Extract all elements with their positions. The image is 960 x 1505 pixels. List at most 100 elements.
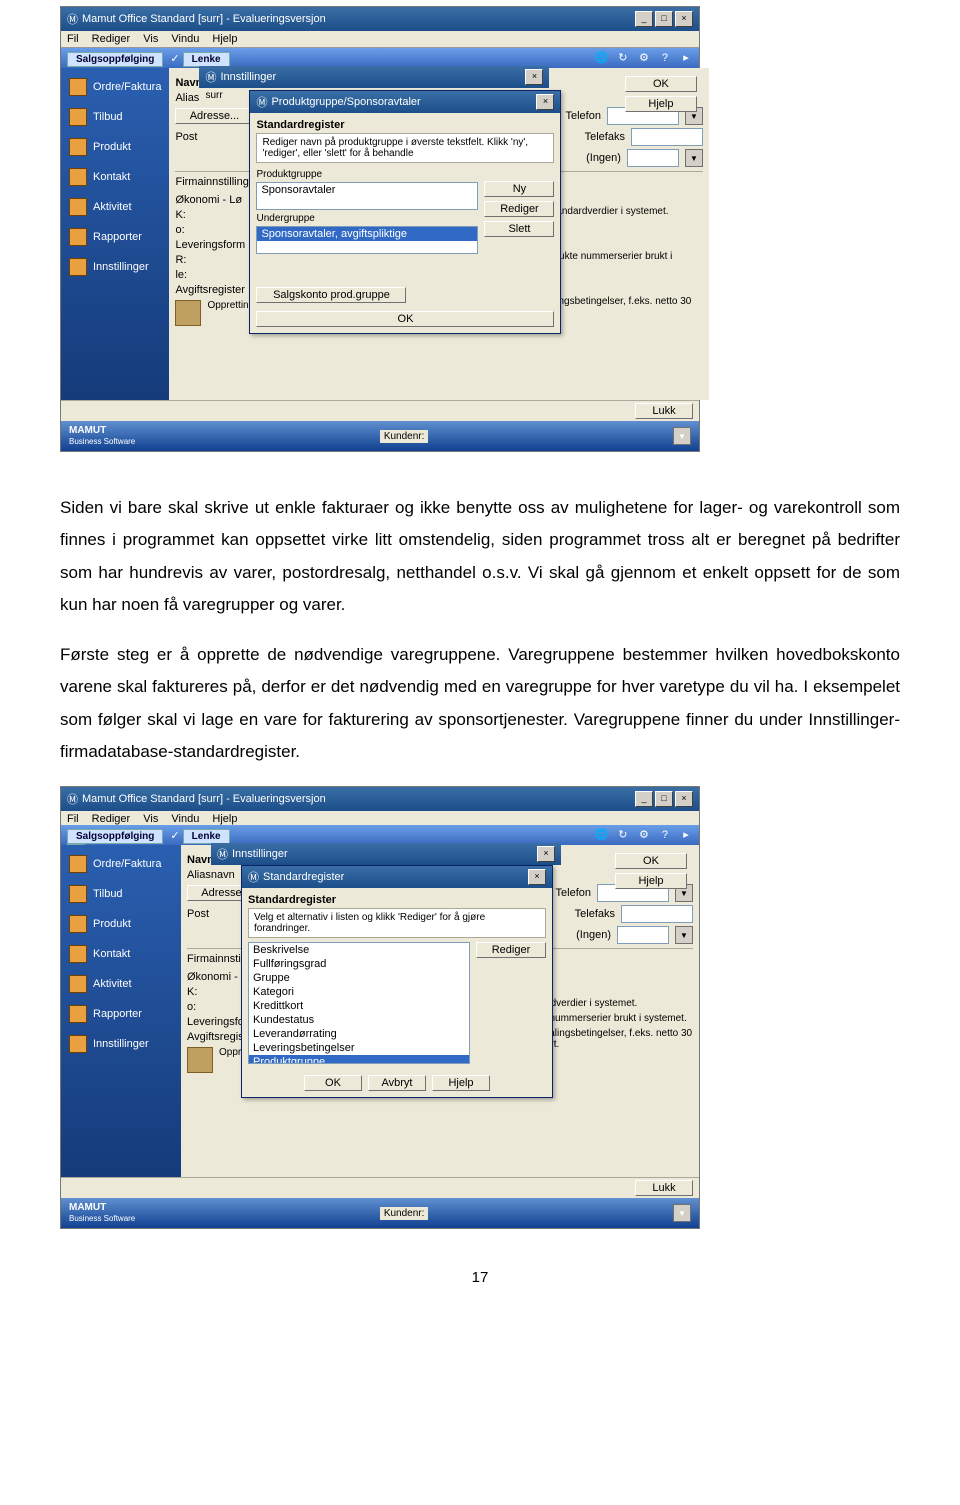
hjelp-button[interactable]: Hjelp xyxy=(432,1075,490,1091)
close-button[interactable]: × xyxy=(537,846,555,862)
sidebar-item-produkt[interactable]: Produkt xyxy=(61,909,181,939)
sidebar-item-rapporter[interactable]: Rapporter xyxy=(61,222,169,252)
dialog-title: Standardregister xyxy=(263,871,344,883)
list-item[interactable]: Beskrivelse xyxy=(249,943,469,957)
menu-hjelp[interactable]: Hjelp xyxy=(212,813,237,825)
rediger-button[interactable]: Rediger xyxy=(476,942,546,958)
telefaks-field[interactable] xyxy=(631,128,703,146)
rediger-button[interactable]: Rediger xyxy=(484,201,554,217)
list-item[interactable]: Sponsoravtaler, avgiftspliktige xyxy=(257,227,477,241)
dropdown-arrow-icon[interactable]: ▼ xyxy=(685,149,703,167)
list-item[interactable]: Leveringsbetingelser xyxy=(249,1041,469,1055)
toolbar: Salgsoppfølging ✓ Lenke 🌐 ↻ ⚙ ? ▸ xyxy=(61,825,699,845)
lukk-button[interactable]: Lukk xyxy=(635,1180,693,1196)
close-button[interactable]: × xyxy=(528,869,546,885)
menu-vindu[interactable]: Vindu xyxy=(171,813,199,825)
menu-vindu[interactable]: Vindu xyxy=(171,33,199,45)
ny-button[interactable]: Ny xyxy=(484,181,554,197)
adresse-button[interactable]: Adresse... xyxy=(175,108,253,124)
tool-icon[interactable]: ⚙ xyxy=(637,51,651,65)
produktgruppe-listbox[interactable]: Sponsoravtaler xyxy=(256,182,478,210)
slett-button[interactable]: Slett xyxy=(484,221,554,237)
tab-lenker[interactable]: Lenke xyxy=(183,52,230,67)
sidebar-item-innstillinger[interactable]: Innstillinger xyxy=(61,252,169,282)
sidebar-item-tilbud[interactable]: Tilbud xyxy=(61,102,169,132)
toolbar-icons: 🌐 ↻ ⚙ ? ▸ xyxy=(591,51,693,65)
ok-button[interactable]: OK xyxy=(615,853,687,869)
innstillinger-titlebar: Ⓜ Innstillinger × xyxy=(211,843,561,865)
globe-icon[interactable]: 🌐 xyxy=(595,51,609,65)
menu-rediger[interactable]: Rediger xyxy=(92,813,131,825)
dialog-hint: Rediger navn på produktgruppe i øverste … xyxy=(256,133,554,163)
sidebar-item-innstillinger[interactable]: Innstillinger xyxy=(61,1029,181,1059)
sidebar-item-aktivitet[interactable]: Aktivitet xyxy=(61,969,181,999)
sidebar-item-kontakt[interactable]: Kontakt xyxy=(61,939,181,969)
dropdown-arrow-icon[interactable]: ▼ xyxy=(675,926,693,944)
close-button[interactable]: × xyxy=(675,791,693,807)
close-button[interactable]: × xyxy=(536,94,554,110)
avbryt-button[interactable]: Avbryt xyxy=(368,1075,426,1091)
refresh-icon[interactable]: ↻ xyxy=(616,51,630,65)
close-button[interactable]: × xyxy=(525,69,543,85)
sidebar-item-ordre[interactable]: Ordre/Faktura xyxy=(61,72,169,102)
globe-icon[interactable]: 🌐 xyxy=(595,828,609,842)
minimize-button[interactable]: _ xyxy=(635,791,653,807)
menu-fil[interactable]: Fil xyxy=(67,813,79,825)
toolbar: Salgsoppfølging ✓ Lenke 🌐 ↻ ⚙ ? ▸ xyxy=(61,48,699,68)
ingen-field[interactable] xyxy=(617,926,669,944)
telefaks-field[interactable] xyxy=(621,905,693,923)
dropdown-arrow-icon[interactable]: ▼ xyxy=(673,427,691,445)
tab-salgsoppfolging[interactable]: Salgsoppfølging xyxy=(67,829,163,844)
sidebar-label: Tilbud xyxy=(93,888,123,900)
menu-fil[interactable]: Fil xyxy=(67,33,79,45)
maximize-button[interactable]: □ xyxy=(655,11,673,27)
list-item[interactable]: Kundestatus xyxy=(249,1013,469,1027)
sidebar-item-kontakt[interactable]: Kontakt xyxy=(61,162,169,192)
app-icon: Ⓜ xyxy=(248,869,259,885)
app-title: Mamut Office Standard [surr] - Evaluerin… xyxy=(82,13,326,25)
tab-lenker[interactable]: Lenke xyxy=(183,829,230,844)
sidebar-item-tilbud[interactable]: Tilbud xyxy=(61,879,181,909)
sidebar-item-aktivitet[interactable]: Aktivitet xyxy=(61,192,169,222)
list-item[interactable]: Kategori xyxy=(249,985,469,999)
sidebar-item-ordre[interactable]: Ordre/Faktura xyxy=(61,849,181,879)
hjelp-button[interactable]: Hjelp xyxy=(615,873,687,889)
help-icon[interactable]: ? xyxy=(658,51,672,65)
salgskonto-button[interactable]: Salgskonto prod.gruppe xyxy=(256,287,406,303)
menu-vis[interactable]: Vis xyxy=(143,33,158,45)
arrow-icon[interactable]: ▸ xyxy=(679,828,693,842)
sidebar-item-rapporter[interactable]: Rapporter xyxy=(61,999,181,1029)
menu-vis[interactable]: Vis xyxy=(143,813,158,825)
close-button[interactable]: × xyxy=(675,11,693,27)
list-item[interactable]: Kredittkort xyxy=(249,999,469,1013)
list-item[interactable]: Sponsoravtaler xyxy=(257,183,477,197)
minimize-button[interactable]: _ xyxy=(635,11,653,27)
hjelp-button[interactable]: Hjelp xyxy=(625,96,697,112)
help-icon[interactable]: ? xyxy=(658,828,672,842)
label-telefaks: Telefaks xyxy=(575,908,615,920)
list-item[interactable]: Leverandørrating xyxy=(249,1027,469,1041)
standardregister-listbox[interactable]: Beskrivelse Fullføringsgrad Gruppe Kateg… xyxy=(248,942,470,1064)
tool-icon[interactable]: ⚙ xyxy=(637,828,651,842)
contact-icon xyxy=(69,168,87,186)
list-item[interactable]: Fullføringsgrad xyxy=(249,957,469,971)
tax-icon xyxy=(175,300,201,326)
lukk-button[interactable]: Lukk xyxy=(635,403,693,419)
undergruppe-listbox[interactable]: Sponsoravtaler, avgiftspliktige xyxy=(256,226,478,254)
menu-rediger[interactable]: Rediger xyxy=(92,33,131,45)
ok-button[interactable]: OK xyxy=(256,311,554,327)
ok-button[interactable]: OK xyxy=(625,76,697,92)
sidebar-item-produkt[interactable]: Produkt xyxy=(61,132,169,162)
ok-button[interactable]: OK xyxy=(304,1075,362,1091)
menu-hjelp[interactable]: Hjelp xyxy=(212,33,237,45)
ingen-field[interactable] xyxy=(627,149,679,167)
refresh-icon[interactable]: ↻ xyxy=(616,828,630,842)
tab-salgsoppfolging[interactable]: Salgsoppfølging xyxy=(67,52,163,67)
arrow-icon[interactable]: ▸ xyxy=(679,51,693,65)
offer-icon xyxy=(69,108,87,126)
offer-icon xyxy=(69,885,87,903)
maximize-button[interactable]: □ xyxy=(655,791,673,807)
dropdown-arrow-icon[interactable]: ▼ xyxy=(673,1204,691,1222)
list-item[interactable]: Gruppe xyxy=(249,971,469,985)
list-item-selected[interactable]: Produktgruppe xyxy=(249,1055,469,1064)
